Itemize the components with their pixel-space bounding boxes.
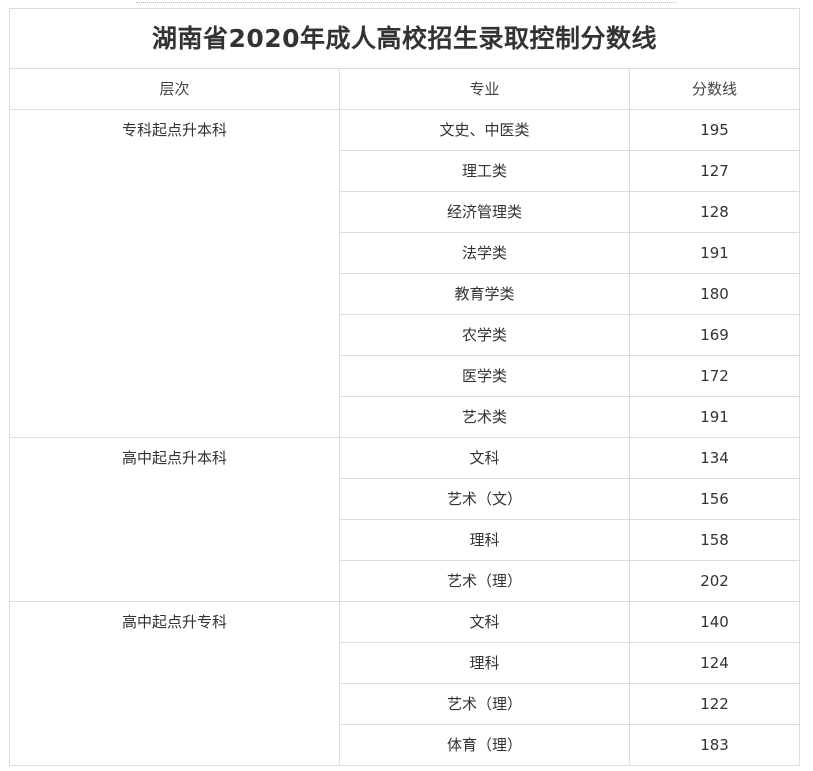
major-cell: 法学类	[339, 232, 630, 274]
table-row: 高中起点升专科 文科 140	[9, 601, 801, 766]
score-cell: 156	[628, 478, 801, 520]
score-cell: 128	[628, 191, 801, 233]
score-cell: 191	[628, 232, 801, 274]
score-cell: 140	[628, 601, 801, 643]
level-cell: 专科起点升本科	[9, 109, 340, 438]
score-cell: 172	[628, 355, 801, 397]
header-score: 分数线	[628, 68, 801, 110]
score-cell: 127	[628, 150, 801, 192]
admission-score-table: 湖南省2020年成人高校招生录取控制分数线 层次 专业 分数线 专科起点升本科 …	[8, 8, 801, 766]
score-cell: 124	[628, 642, 801, 684]
score-cell: 202	[628, 560, 801, 602]
major-cell: 理科	[339, 642, 630, 684]
major-cell: 文史、中医类	[339, 109, 630, 151]
major-cell: 艺术（文）	[339, 478, 630, 520]
major-cell: 艺术（理）	[339, 560, 630, 602]
score-cell: 195	[628, 109, 801, 151]
top-dotted-divider	[136, 2, 676, 3]
major-cell: 农学类	[339, 314, 630, 356]
score-cell: 183	[628, 724, 801, 766]
score-cell: 191	[628, 396, 801, 438]
score-cell: 180	[628, 273, 801, 315]
table-row: 专科起点升本科 文史、中医类 195	[9, 109, 801, 438]
score-cell: 169	[628, 314, 801, 356]
major-cell: 教育学类	[339, 273, 630, 315]
major-cell: 理科	[339, 519, 630, 561]
major-cell: 艺术（理）	[339, 683, 630, 725]
table-row: 高中起点升本科 文科 134	[9, 437, 801, 602]
table-title-row: 湖南省2020年成人高校招生录取控制分数线	[8, 8, 801, 69]
major-cell: 艺术类	[339, 396, 630, 438]
major-cell: 医学类	[339, 355, 630, 397]
major-cell: 理工类	[339, 150, 630, 192]
table-title: 湖南省2020年成人高校招生录取控制分数线	[8, 8, 801, 69]
score-cell: 134	[628, 437, 801, 479]
major-cell: 文科	[339, 601, 630, 643]
level-cell: 高中起点升专科	[9, 601, 340, 766]
level-cell: 高中起点升本科	[9, 437, 340, 602]
header-level: 层次	[9, 68, 340, 110]
major-cell: 经济管理类	[339, 191, 630, 233]
score-cell: 122	[628, 683, 801, 725]
major-cell: 文科	[339, 437, 630, 479]
score-cell: 158	[628, 519, 801, 561]
table-header-row: 层次 专业 分数线	[9, 68, 801, 110]
major-cell: 体育（理）	[339, 724, 630, 766]
header-major: 专业	[339, 68, 630, 110]
